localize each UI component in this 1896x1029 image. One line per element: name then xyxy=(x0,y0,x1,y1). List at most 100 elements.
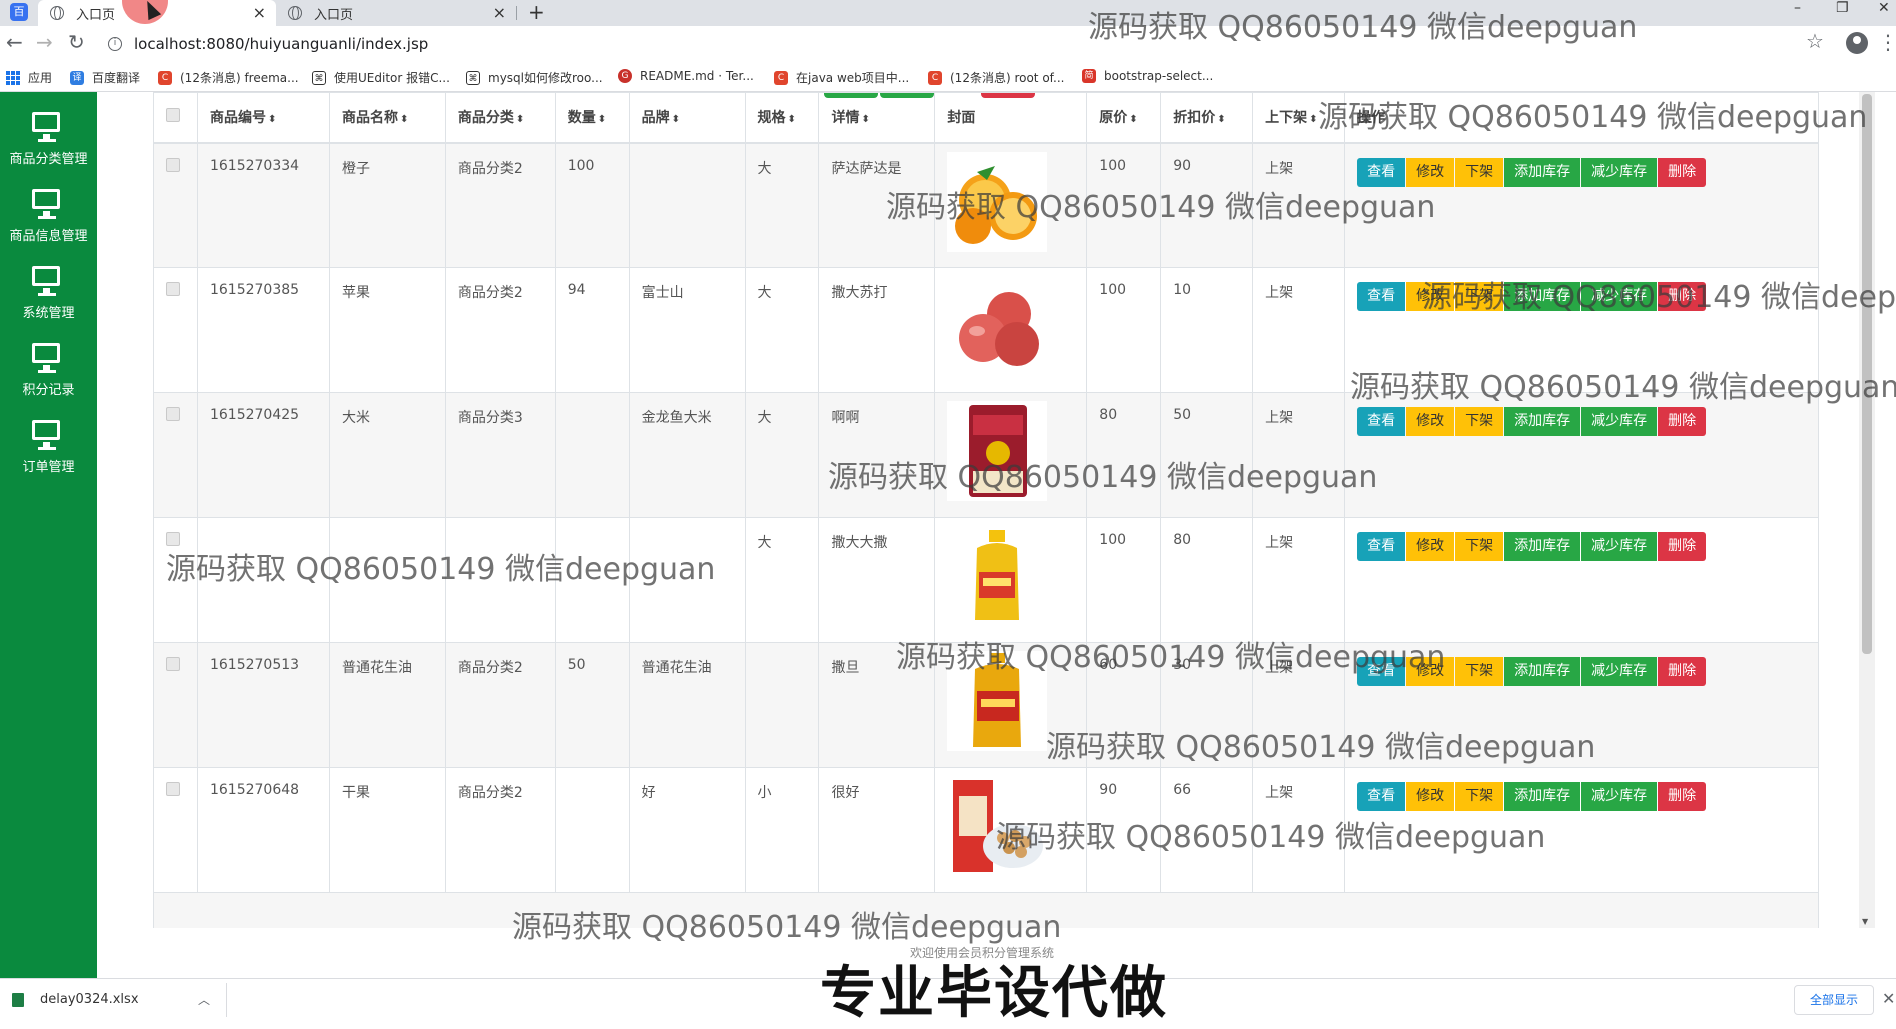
show-all-downloads-button[interactable]: 全部显示 xyxy=(1794,985,1874,1015)
delete-button[interactable]: 删除 xyxy=(1658,157,1707,187)
select-all-checkbox[interactable] xyxy=(166,108,180,123)
edit-button[interactable]: 修改 xyxy=(1406,657,1455,686)
take-down-button[interactable]: 下架 xyxy=(1455,657,1504,686)
take-down-button[interactable]: 下架 xyxy=(1455,282,1504,311)
col-header[interactable]: 商品编号 ⬍ xyxy=(196,92,330,144)
close-download-bar-icon[interactable]: ✕ xyxy=(1882,989,1895,1008)
sidebar-item-category[interactable]: 商品分类管理 xyxy=(0,92,97,170)
bookmark-ueditor[interactable]: ⌘ 使用UEditor 报错C... xyxy=(312,69,450,86)
scroll-down-arrow-icon[interactable]: ▼ xyxy=(1862,917,1868,926)
info-icon[interactable]: i xyxy=(108,37,122,51)
download-file-name[interactable]: delay0324.xlsx xyxy=(40,992,139,1007)
view-button[interactable]: 查看 xyxy=(1357,532,1406,561)
bookmark-mysql[interactable]: ⌘ mysql如何修改roo... xyxy=(466,69,603,86)
col-header[interactable]: 详情 ⬍ xyxy=(818,92,936,144)
take-down-button[interactable]: 下架 xyxy=(1455,532,1504,561)
edit-button[interactable]: 修改 xyxy=(1406,532,1455,561)
reduce-stock-button[interactable]: 减少库存 xyxy=(1581,407,1658,436)
bookmark-label: (12条消息) root of... xyxy=(950,71,1065,85)
col-header[interactable]: 商品分类 ⬍ xyxy=(444,92,556,144)
reload-icon[interactable]: ↻ xyxy=(68,30,85,54)
back-arrow-icon[interactable]: ← xyxy=(6,30,23,54)
bookmark-bootstrap-select[interactable]: 简 bootstrap-select... xyxy=(1082,69,1213,83)
monitor-icon xyxy=(32,266,60,296)
sidebar-item-points[interactable]: 积分记录 xyxy=(0,323,97,401)
row-checkbox[interactable] xyxy=(166,157,180,172)
address-bar[interactable]: i localhost:8080/huiyuanguanli/index.jsp xyxy=(98,30,1826,58)
delete-button[interactable]: 删除 xyxy=(1658,282,1707,311)
col-header[interactable]: 原价 ⬍ xyxy=(1086,92,1162,144)
restore-icon[interactable]: ❐ xyxy=(1836,0,1849,16)
row-checkbox[interactable] xyxy=(166,282,180,296)
bookmark-star-icon[interactable]: ☆ xyxy=(1806,29,1824,53)
bookmark-csdn-1[interactable]: C (12条消息) freema... xyxy=(158,69,299,86)
col-header[interactable]: 折扣价 ⬍ xyxy=(1160,92,1254,144)
reduce-stock-button[interactable]: 减少库存 xyxy=(1581,782,1658,811)
cell-actions: 查看 修改 下架 添加库存 减少库存 删除 xyxy=(1344,517,1819,643)
cell-cover xyxy=(934,142,1088,268)
reduce-stock-button[interactable]: 减少库存 xyxy=(1581,282,1658,311)
add-stock-button[interactable]: 添加库存 xyxy=(1504,407,1581,436)
row-select-cell xyxy=(153,642,198,768)
more-menu-icon[interactable]: ⋮ xyxy=(1878,30,1896,54)
edit-button[interactable]: 修改 xyxy=(1406,407,1455,436)
bookmark-baidu-translate[interactable]: 译 百度翻译 xyxy=(70,69,140,86)
col-header[interactable]: 规格 ⬍ xyxy=(744,92,820,144)
col-header[interactable]: 数量 ⬍ xyxy=(554,92,630,144)
reduce-stock-button[interactable]: 减少库存 xyxy=(1581,157,1658,187)
delete-button[interactable]: 删除 xyxy=(1658,532,1707,561)
cell-name: 干果 xyxy=(328,767,446,893)
edit-button[interactable]: 修改 xyxy=(1406,157,1455,187)
tab-close-icon[interactable]: × xyxy=(253,3,266,22)
bookmark-gitee-readme[interactable]: G README.md · Ter... xyxy=(618,69,754,83)
minimize-icon[interactable]: – xyxy=(1794,0,1801,16)
bookmark-apps[interactable]: 应用 xyxy=(6,69,52,86)
row-checkbox[interactable] xyxy=(166,782,180,796)
col-header[interactable]: 品牌 ⬍ xyxy=(628,92,746,144)
view-button[interactable]: 查看 xyxy=(1357,782,1406,811)
add-stock-button[interactable]: 添加库存 xyxy=(1504,532,1581,561)
row-checkbox[interactable] xyxy=(166,532,180,546)
account-avatar-icon[interactable] xyxy=(1846,32,1868,54)
reduce-stock-button[interactable]: 减少库存 xyxy=(1581,532,1658,561)
cell-id: 1615270385 xyxy=(196,267,330,393)
bookmark-csdn-2[interactable]: C 在java web项目中... xyxy=(774,69,909,86)
sidebar-item-orders[interactable]: 订单管理 xyxy=(0,400,97,478)
baidu-paw-icon[interactable]: 百 xyxy=(10,3,28,21)
col-header[interactable]: 商品名称 ⬍ xyxy=(328,92,446,144)
page-scrollbar[interactable]: ▼ xyxy=(1859,92,1875,928)
reduce-stock-button[interactable]: 减少库存 xyxy=(1581,657,1658,686)
tab-close-icon[interactable]: × xyxy=(493,3,506,22)
row-checkbox[interactable] xyxy=(166,657,180,671)
chevron-up-icon[interactable]: ︿ xyxy=(198,991,210,1008)
edit-button[interactable]: 修改 xyxy=(1406,782,1455,811)
add-stock-button[interactable]: 添加库存 xyxy=(1504,657,1581,686)
new-tab-plus-icon[interactable]: + xyxy=(528,0,545,24)
edit-button[interactable]: 修改 xyxy=(1406,282,1455,311)
browser-tab-2[interactable]: 入口页 × xyxy=(276,0,516,26)
sidebar-item-system[interactable]: 系统管理 xyxy=(0,246,97,324)
bookmark-label: README.md · Ter... xyxy=(640,69,754,83)
delete-button[interactable]: 删除 xyxy=(1658,782,1707,811)
take-down-button[interactable]: 下架 xyxy=(1455,782,1504,811)
view-button[interactable]: 查看 xyxy=(1357,157,1406,187)
take-down-button[interactable]: 下架 xyxy=(1455,407,1504,436)
delete-button[interactable]: 删除 xyxy=(1658,657,1707,686)
scrollbar-thumb[interactable] xyxy=(1862,94,1872,654)
add-stock-button[interactable]: 添加库存 xyxy=(1504,157,1581,187)
forward-arrow-icon[interactable]: → xyxy=(36,30,53,54)
view-button[interactable]: 查看 xyxy=(1357,282,1406,311)
bookmark-csdn-3[interactable]: C (12条消息) root of... xyxy=(928,69,1064,86)
add-stock-button[interactable]: 添加库存 xyxy=(1504,282,1581,311)
col-header[interactable]: 上下架 ⬍ xyxy=(1252,92,1346,144)
row-checkbox[interactable] xyxy=(166,407,180,421)
view-button[interactable]: 查看 xyxy=(1357,407,1406,436)
url-text[interactable]: localhost:8080/huiyuanguanli/index.jsp xyxy=(134,35,428,53)
take-down-button[interactable]: 下架 xyxy=(1455,157,1504,187)
add-stock-button[interactable]: 添加库存 xyxy=(1504,782,1581,811)
cell-qty: 100 xyxy=(554,142,630,268)
view-button[interactable]: 查看 xyxy=(1357,657,1406,686)
window-close-icon[interactable]: ✕ xyxy=(1878,0,1890,16)
sidebar-item-goods[interactable]: 商品信息管理 xyxy=(0,169,97,247)
delete-button[interactable]: 删除 xyxy=(1658,407,1707,436)
